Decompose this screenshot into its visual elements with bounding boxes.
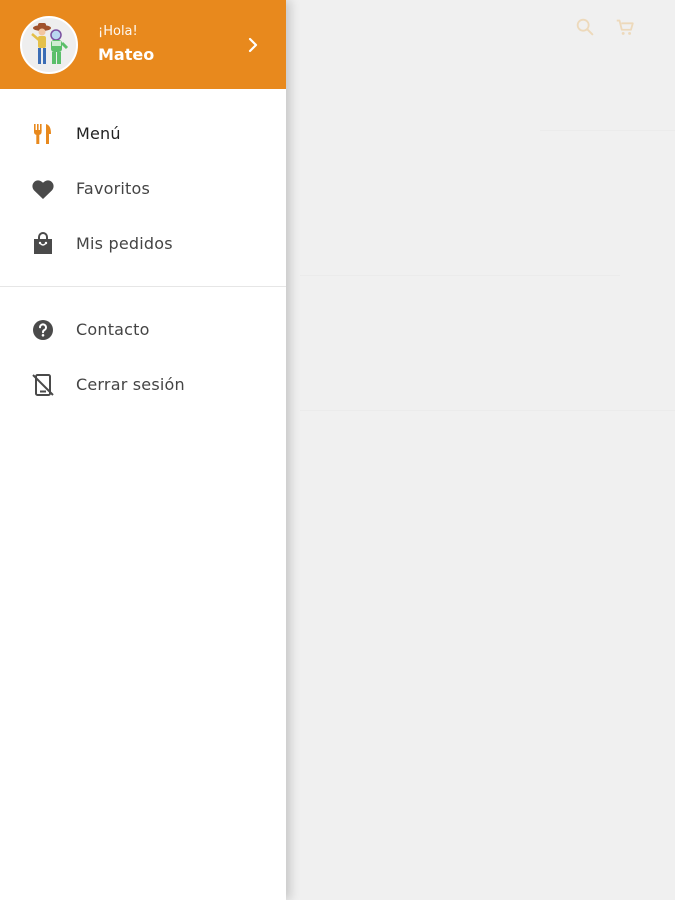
greeting-text: ¡Hola! [98,23,138,39]
menu-item-label: Favoritos [76,179,151,198]
cart-icon [616,19,634,35]
menu-item-label: Cerrar sesión [76,375,185,394]
heart-icon [30,176,56,202]
utensils-icon [30,121,56,147]
chevron-right-icon[interactable] [246,36,260,54]
navigation-drawer: ¡Hola! Mateo Menú Favoritos Mis pedidos … [0,0,286,900]
background-divider [300,275,620,276]
secondary-menu: Contacto Cerrar sesión [0,287,286,412]
user-name: Mateo [98,44,155,64]
app-screen: ¡Hola! Mateo Menú Favoritos Mis pedidos … [0,0,675,900]
profile-header[interactable]: ¡Hola! Mateo [0,0,286,89]
background-divider [540,130,675,131]
menu-item-favoritos[interactable]: Favoritos [0,161,286,216]
menu-item-label: Menú [76,124,121,143]
primary-menu: Menú Favoritos Mis pedidos [0,89,286,286]
menu-item-label: Contacto [76,320,150,339]
menu-item-cerrar-sesion[interactable]: Cerrar sesión [0,357,286,412]
menu-item-menu[interactable]: Menú [0,106,286,161]
search-icon [576,18,594,36]
background-divider [300,410,675,411]
menu-item-label: Mis pedidos [76,234,173,253]
avatar[interactable] [20,15,78,74]
help-icon [30,317,56,343]
menu-item-contacto[interactable]: Contacto [0,302,286,357]
greeting-block: ¡Hola! Mateo [98,24,154,66]
logout-phone-icon [30,372,56,398]
user-avatar-icon [22,17,76,72]
menu-item-mis-pedidos[interactable]: Mis pedidos [0,216,286,271]
shopping-bag-icon [30,231,56,257]
